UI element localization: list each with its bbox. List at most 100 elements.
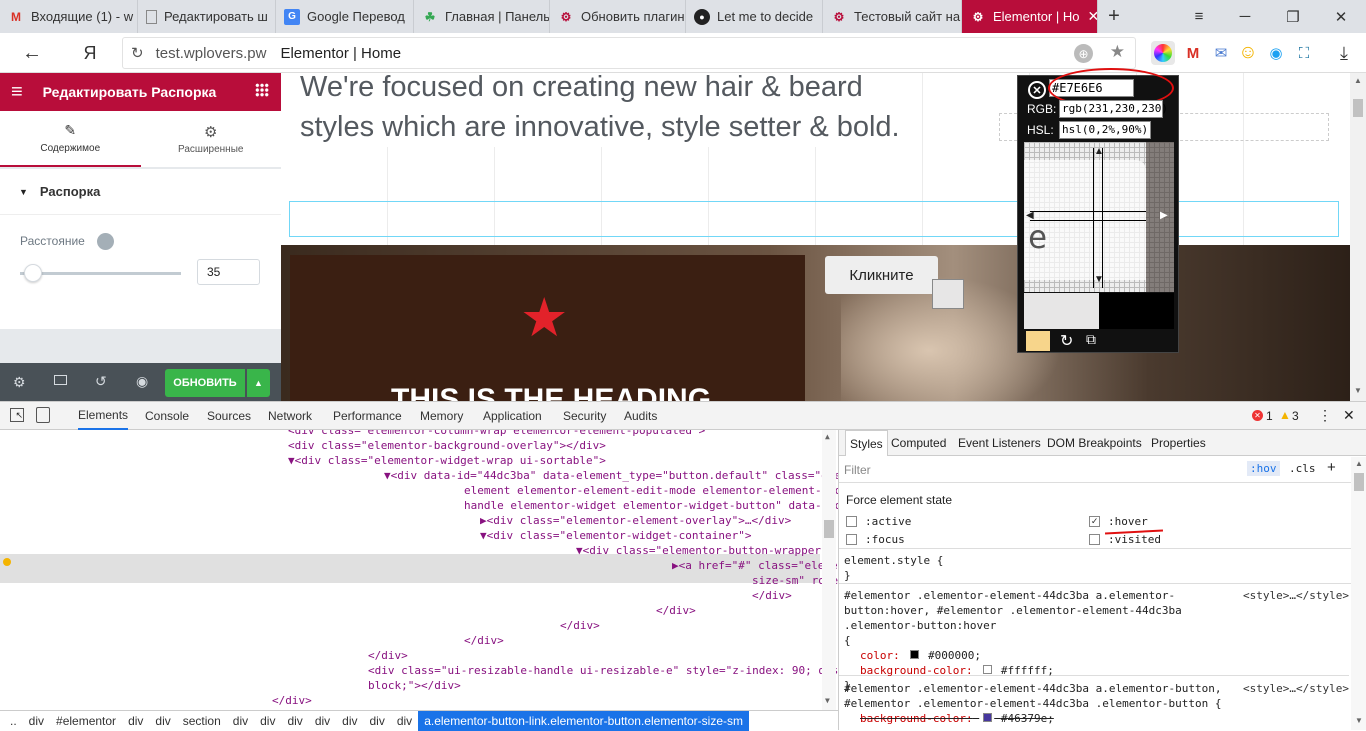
dom-line[interactable]: </div> — [368, 649, 408, 662]
tab-security[interactable]: Security — [563, 402, 606, 430]
crumb-item[interactable]: div — [336, 714, 363, 728]
crumb-item[interactable]: div — [254, 714, 281, 728]
crumb-item[interactable]: div — [227, 714, 254, 728]
yandex-button[interactable]: Я — [70, 33, 110, 73]
checkbox-visited[interactable] — [1089, 534, 1100, 545]
swatch-black[interactable] — [910, 650, 920, 659]
checkbox-active[interactable] — [846, 516, 857, 527]
tab-content[interactable]: ✎ Содержимое — [0, 111, 141, 167]
devtools-menu-icon[interactable]: ⋮ — [1318, 407, 1332, 424]
mail-checker-icon[interactable]: ✉ — [1209, 41, 1233, 65]
gmail-icon[interactable]: M — [1181, 41, 1205, 65]
swatch-white[interactable] — [983, 665, 993, 674]
menu-icon[interactable]: ≡ — [1176, 0, 1222, 33]
crumb-item[interactable]: div — [23, 714, 50, 728]
tab-dashboard[interactable]: ☘ Главная | Панель — [414, 0, 550, 33]
back-arrow-icon[interactable]: ← — [12, 33, 52, 73]
inspect-icon[interactable]: ↖ — [10, 408, 24, 422]
dom-line[interactable]: <div class="elementor-column-wrap elemen… — [288, 430, 705, 437]
dom-line[interactable]: </div> — [560, 619, 600, 632]
dom-line[interactable]: ▶<a href="#" class="elementor-button-lin… — [672, 559, 838, 572]
elements-scrollbar[interactable]: ▲ ▼ — [822, 430, 836, 710]
elements-scroll-thumb[interactable] — [824, 520, 834, 538]
styles-scroll-thumb[interactable] — [1354, 473, 1364, 491]
dom-line[interactable]: </div> — [464, 634, 504, 647]
refresh-picker-icon[interactable]: ↻ — [1060, 331, 1073, 351]
tab-performance[interactable]: Performance — [333, 402, 402, 430]
slider-track[interactable] — [20, 272, 181, 275]
rule-hover-decl-bg[interactable]: background-color: #ffffff; — [844, 663, 1344, 678]
open-external-icon[interactable]: ⧉ — [1086, 331, 1096, 348]
checkbox-hover[interactable]: ✓ — [1089, 516, 1100, 527]
tab-console[interactable]: Console — [145, 402, 189, 430]
hov-toggle[interactable]: :hov — [1247, 461, 1280, 476]
translate-page-icon[interactable]: ⊕ — [1074, 44, 1093, 63]
checkbox-focus[interactable] — [846, 534, 857, 545]
tab-application[interactable]: Application — [483, 402, 542, 430]
tab-inbox[interactable]: M Входящие (1) - w — [0, 0, 138, 33]
tab-advanced[interactable]: ⚙ Расширенные — [141, 111, 282, 167]
emoji-icon[interactable]: ☺ — [1236, 41, 1260, 65]
url-field[interactable]: ↻ test.wplovers.pw Elementor | Home ⊕ ★ — [122, 37, 1136, 69]
dom-line[interactable]: element elementor-element-edit-mode elem… — [464, 484, 838, 497]
rule-hover-source[interactable]: <style>…</style> — [1243, 588, 1349, 603]
spacer-widget[interactable] — [289, 201, 1339, 237]
picker-tool-icon[interactable] — [1026, 331, 1050, 351]
tab-github[interactable]: ● Let me to decide — [686, 0, 823, 33]
dom-line[interactable]: ▼<div class="elementor-widget-container"… — [480, 529, 752, 542]
tab-styles[interactable]: Styles — [845, 430, 888, 456]
star-icon[interactable]: ★ — [1110, 42, 1125, 62]
crumb-item[interactable]: div — [391, 714, 418, 728]
canvas-scroll-down-icon[interactable]: ▼ — [1354, 386, 1362, 395]
tab-sources[interactable]: Sources — [207, 402, 251, 430]
elements-scroll-up-icon[interactable]: ▲ — [825, 432, 830, 441]
crumb-item[interactable]: div — [122, 714, 149, 728]
crumb-item[interactable]: div — [309, 714, 336, 728]
tab-audits[interactable]: Audits — [624, 402, 657, 430]
hsl-field[interactable]: hsl(0,2%,90%) — [1059, 121, 1151, 139]
settings-icon[interactable]: ⚙ — [13, 374, 26, 391]
tab-memory[interactable]: Memory — [420, 402, 463, 430]
click-button[interactable]: Кликните — [825, 256, 938, 294]
magnifier-grid[interactable]: ▲ ▼ ◀ ▶ e — [1024, 142, 1174, 292]
canvas-scroll-thumb[interactable] — [1353, 99, 1363, 117]
dom-line[interactable]: ▼<div class="elementor-button-wrapper"> — [576, 544, 834, 557]
close-icon[interactable]: ✕ — [1087, 8, 1097, 25]
styles-scroll-up-icon[interactable]: ▲ — [1355, 459, 1363, 468]
minimize-icon[interactable]: ─ — [1222, 0, 1268, 33]
section-header[interactable]: ▼ Распорка — [0, 169, 281, 215]
window-close-icon[interactable]: ✕ — [1318, 0, 1364, 33]
dom-line[interactable]: ▼<div class="elementor-widget-wrap ui-so… — [288, 454, 606, 467]
preview-eye-icon[interactable]: ◉ — [136, 373, 148, 390]
tab-translate[interactable]: G Google Перевод — [276, 0, 414, 33]
tab-network[interactable]: Network — [268, 402, 312, 430]
state-hover[interactable]: ✓ :hover — [1089, 515, 1148, 528]
filter-input[interactable]: Filter — [844, 463, 871, 477]
rule-button-source[interactable]: <style>…</style> — [1243, 681, 1349, 696]
crumb-item[interactable]: #elementor — [50, 714, 122, 728]
tab-test-site[interactable]: ⚙ Тестовый сайт на — [823, 0, 962, 33]
rgb-field[interactable]: rgb(231,230,230) — [1059, 100, 1168, 118]
responsive-mode-icon[interactable] — [54, 375, 67, 385]
warning-count[interactable]: 3 — [1292, 409, 1299, 423]
styles-scrollbar[interactable]: ▲ ▼ — [1351, 457, 1366, 730]
tab-event-listeners[interactable]: Event Listeners — [958, 436, 1041, 450]
eye-icon[interactable]: ◉ — [1264, 41, 1288, 65]
update-button[interactable]: ОБНОВИТЬ — [165, 369, 245, 397]
responsive-icon[interactable] — [97, 233, 114, 250]
state-visited[interactable]: :visited — [1089, 533, 1161, 546]
dom-line[interactable]: </div> — [272, 694, 312, 707]
slider-handle[interactable] — [24, 264, 43, 282]
dom-line[interactable]: handle elementor-widget elementor-widget… — [464, 499, 838, 512]
dom-line[interactable]: </div> — [656, 604, 696, 617]
refresh-icon[interactable]: ↻ — [131, 44, 144, 62]
new-tab-button[interactable]: + — [1098, 0, 1130, 33]
styles-scroll-down-icon[interactable]: ▼ — [1355, 716, 1363, 725]
dom-line[interactable]: ▼<div data-id="44dc3ba" data-element_typ… — [384, 469, 838, 482]
tab-elementor[interactable]: ⚙ Elementor | Ho ✕ — [962, 0, 1098, 33]
dom-line[interactable]: <div class="ui-resizable-handle ui-resiz… — [368, 664, 838, 677]
hamburger-icon[interactable]: ≡ — [11, 81, 23, 104]
new-rule-icon[interactable]: + — [1327, 459, 1336, 476]
state-active[interactable]: :active — [846, 515, 911, 528]
canvas-scroll-up-icon[interactable]: ▲ — [1354, 76, 1362, 85]
